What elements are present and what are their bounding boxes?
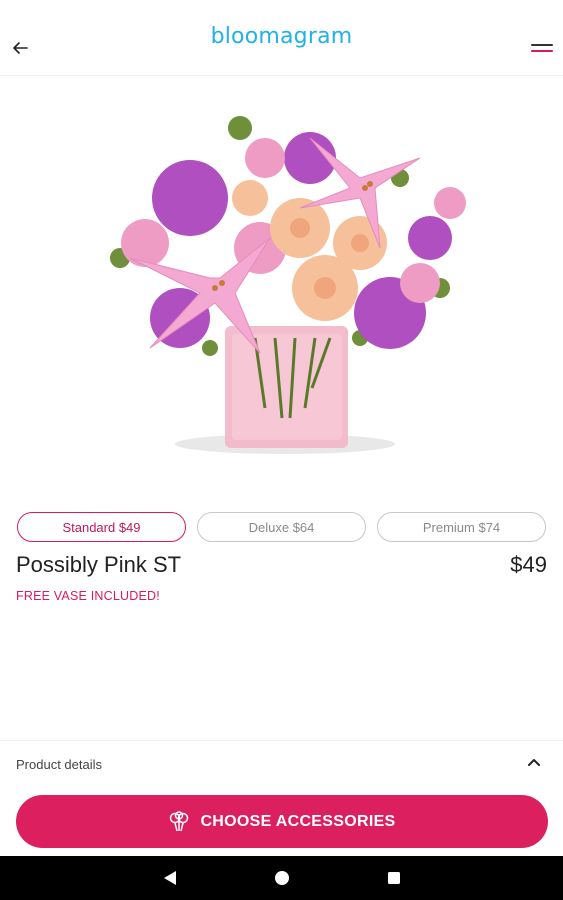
app-logo: bloomagram: [210, 23, 353, 49]
choose-accessories-button[interactable]: CHOOSE ACCESSORIES: [16, 795, 548, 848]
chevron-up-icon: [528, 759, 540, 766]
option-standard[interactable]: Standard $49: [17, 512, 186, 542]
size-options: Standard $49 Deluxe $64 Premium $74: [17, 512, 546, 544]
nav-recents-icon: [387, 872, 400, 884]
hamburger-menu-icon: [531, 44, 553, 46]
product-price: $49: [510, 552, 547, 577]
product-image: [110, 116, 466, 454]
option-premium[interactable]: Premium $74: [377, 512, 546, 542]
promo-text: FREE VASE INCLUDED!: [16, 589, 160, 603]
nav-recents-button[interactable]: [382, 866, 406, 890]
menu-accent-line: [531, 50, 553, 52]
system-nav-bar: [0, 856, 563, 900]
product-details-toggle[interactable]: Product details: [0, 740, 563, 787]
nav-back-button[interactable]: [158, 866, 182, 890]
nav-home-icon: [274, 871, 289, 885]
menu-button[interactable]: [529, 38, 555, 58]
app-header: bloomagram: [0, 0, 563, 76]
arrow-left-icon: [13, 42, 28, 54]
option-deluxe[interactable]: Deluxe $64: [197, 512, 366, 542]
product-name: Possibly Pink ST: [16, 552, 182, 577]
product-details-label: Product details: [16, 756, 102, 772]
balloons-icon: [170, 810, 189, 831]
choose-accessories-label: CHOOSE ACCESSORIES: [200, 812, 396, 830]
nav-back-icon: [163, 871, 176, 885]
back-button[interactable]: [8, 36, 32, 60]
nav-home-button[interactable]: [270, 866, 294, 890]
